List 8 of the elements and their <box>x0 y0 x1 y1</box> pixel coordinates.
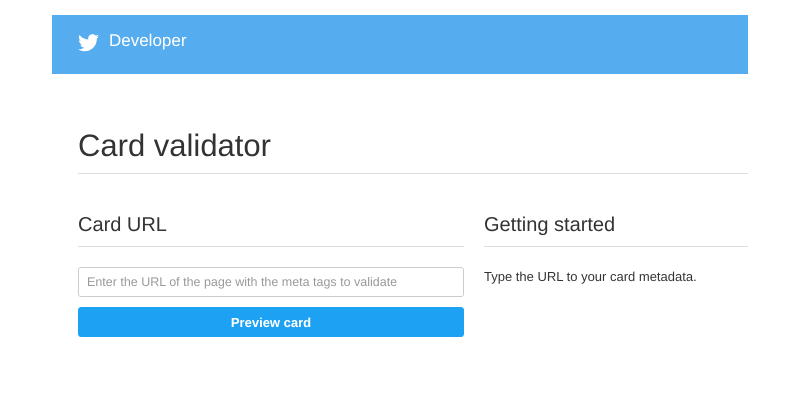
section-heading: Getting started <box>484 214 748 247</box>
preview-button[interactable]: Preview card <box>78 307 464 337</box>
bird-icon <box>78 34 99 52</box>
page-title: Card validator <box>78 128 748 174</box>
brand-name: Developer <box>109 30 186 50</box>
help-text: Type the URL to your card metadata. <box>484 269 698 284</box>
section-heading: Card URL <box>78 214 464 247</box>
url-input-field[interactable]: Enter the URL of the page with the meta tags to validate <box>78 267 464 297</box>
